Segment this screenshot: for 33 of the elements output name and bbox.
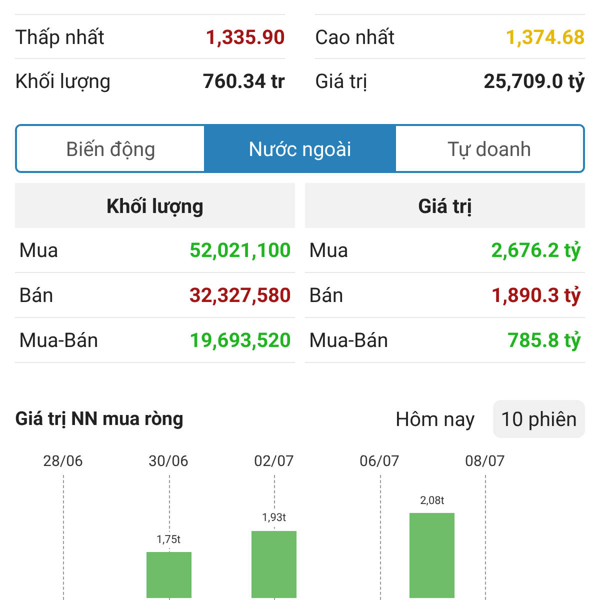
table-header: Khối lượng xyxy=(15,183,295,228)
tab[interactable]: Tự doanh xyxy=(394,126,583,171)
row-label: Mua xyxy=(19,237,58,264)
tab[interactable]: Nước ngoài xyxy=(204,126,394,171)
row-value: 2,676.2 tỷ xyxy=(491,237,581,264)
axis-label: 02/07 xyxy=(254,451,294,472)
table-header: Giá trị xyxy=(305,183,585,228)
row-value: 19,693,520 xyxy=(189,327,291,354)
stat-label: Thấp nhất xyxy=(15,24,105,50)
bar-value-label: 1,75t xyxy=(155,532,182,548)
row-value: 785.8 tỷ xyxy=(507,327,581,354)
stat-value: 25,709.0 tỷ xyxy=(484,68,585,94)
row-label: Mua-Bán xyxy=(19,327,98,354)
stat-label: Cao nhất xyxy=(315,24,395,50)
row-value: 1,890.3 tỷ xyxy=(491,282,581,309)
stat-label: Khối lượng xyxy=(15,68,111,94)
row-label: Bán xyxy=(309,282,344,309)
stat-value: 1,374.68 xyxy=(505,24,585,50)
stat-label: Giá trị xyxy=(315,68,368,94)
row-label: Mua xyxy=(309,237,348,264)
axis-label: 08/07 xyxy=(465,451,505,472)
row-value: 52,021,100 xyxy=(189,237,291,264)
axis-label: 28/06 xyxy=(43,451,83,472)
axis-label: 06/07 xyxy=(360,451,400,472)
row-label: Bán xyxy=(19,282,54,309)
row-value: 32,327,580 xyxy=(189,282,291,309)
row-label: Mua-Bán xyxy=(309,327,388,354)
chart-title: Giá trị NN mua ròng xyxy=(15,406,184,432)
period-tab[interactable]: 10 phiên xyxy=(492,400,585,438)
axis-label: 30/06 xyxy=(148,451,188,472)
bar-value-label: 1,93t xyxy=(260,510,288,527)
stat-value: 760.34 tr xyxy=(202,68,285,94)
stat-value: 1,335.90 xyxy=(205,24,285,50)
